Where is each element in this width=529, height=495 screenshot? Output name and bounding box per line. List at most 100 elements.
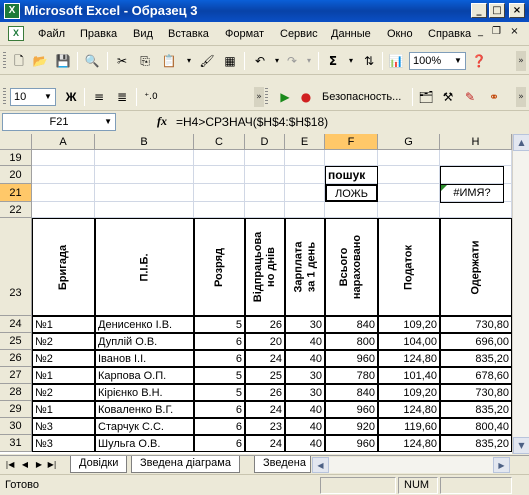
open-icon[interactable]: 📂 (31, 52, 49, 70)
table-cell-name[interactable]: Карпова О.П. (95, 367, 194, 384)
empty-cell[interactable] (285, 150, 325, 166)
table-cell-brigade[interactable]: №1 (32, 316, 95, 333)
table-cell-days[interactable]: 25 (245, 367, 285, 384)
header-cell-tax[interactable]: Податок (378, 218, 440, 316)
empty-cell[interactable] (95, 150, 194, 166)
toolbar-grip[interactable] (265, 88, 268, 106)
table-cell-total[interactable]: 780 (325, 367, 378, 384)
workbook-icon[interactable]: X (8, 26, 24, 41)
header-cell-rank[interactable]: Розряд (194, 218, 245, 316)
empty-cell[interactable] (95, 184, 194, 202)
empty-cell[interactable] (378, 184, 440, 202)
close-button[interactable]: × (509, 3, 525, 18)
vertical-scrollbar[interactable]: ▲ ▼ (512, 134, 529, 454)
horizontal-scrollbar[interactable]: ◀ ▶ (312, 457, 510, 473)
script-editor-icon[interactable]: ⚭ (485, 88, 503, 106)
empty-cell[interactable] (95, 166, 194, 184)
scroll-down-icon[interactable]: ▼ (513, 437, 529, 454)
empty-cell[interactable] (378, 150, 440, 166)
empty-cell[interactable] (32, 184, 95, 202)
empty-cell[interactable] (325, 202, 378, 218)
table-cell-tax[interactable]: 104,00 (378, 333, 440, 350)
table-cell-net[interactable]: 730,80 (440, 384, 512, 401)
row-header-26[interactable]: 26 (0, 350, 32, 367)
row-header-19[interactable]: 19 (0, 150, 32, 166)
header-cell-net[interactable]: Одержати (440, 218, 512, 316)
row-header-29[interactable]: 29 (0, 401, 32, 418)
column-header-h[interactable]: H (440, 134, 512, 150)
increase-decimal-icon[interactable]: ⁺.0 (142, 88, 160, 106)
table-cell-name[interactable]: Кірієнко В.Н. (95, 384, 194, 401)
scroll-left-icon[interactable]: ◀ (312, 457, 329, 473)
row-header-31[interactable]: 31 (0, 435, 32, 452)
align-center-icon[interactable]: ≣ (113, 88, 131, 106)
formula-input[interactable]: =H4>СРЗНАЧ($H$4:$H$18) (176, 115, 328, 129)
table-cell-tax[interactable]: 124,80 (378, 401, 440, 418)
table-cell-net[interactable]: 835,20 (440, 435, 512, 452)
font-size-combo[interactable]: 10 ▼ (10, 88, 56, 106)
table-cell-rank[interactable]: 5 (194, 384, 245, 401)
toolbar-options-icon[interactable]: » (254, 87, 264, 107)
print-preview-icon[interactable]: 🔍 (83, 52, 101, 70)
table-cell-days[interactable]: 26 (245, 316, 285, 333)
column-header-f[interactable]: F (325, 134, 378, 150)
autosum-icon[interactable]: Σ (324, 52, 342, 70)
table-cell-daily-pay[interactable]: 40 (285, 350, 325, 367)
row-header-22[interactable]: 22 (0, 202, 32, 218)
table-cell-total[interactable]: 960 (325, 401, 378, 418)
table-cell-name[interactable]: Денисенко І.В. (95, 316, 194, 333)
save-icon[interactable]: 💾 (54, 52, 72, 70)
run-macro-icon[interactable]: ▶ (276, 88, 294, 106)
table-cell-days[interactable]: 24 (245, 435, 285, 452)
autosum-dropdown-icon[interactable]: ▾ (342, 52, 360, 70)
merge-icon[interactable]: ▦ (221, 52, 239, 70)
zoom-combo[interactable]: 100% ▼ (409, 52, 466, 70)
chevron-down-icon[interactable]: ▼ (452, 54, 464, 68)
table-cell-tax[interactable]: 109,20 (378, 384, 440, 401)
header-cell-daily-pay[interactable]: Зарплата за 1 день (285, 218, 325, 316)
empty-cell[interactable] (378, 166, 440, 184)
column-header-d[interactable]: D (245, 134, 285, 150)
header-cell-brigade[interactable]: Бригада (32, 218, 95, 316)
excel-app-icon[interactable]: X (4, 3, 20, 19)
table-cell-rank[interactable]: 5 (194, 316, 245, 333)
toolbar-grip[interactable] (3, 88, 6, 106)
menu-data[interactable]: Данные (331, 28, 371, 40)
cell-h21[interactable]: #ИМЯ? (440, 184, 504, 203)
empty-cell[interactable] (194, 184, 245, 202)
header-cell-days[interactable]: Відпрацьова но днів (245, 218, 285, 316)
table-cell-net[interactable]: 835,20 (440, 350, 512, 367)
insert-function-icon[interactable]: fx (157, 114, 167, 129)
empty-cell[interactable] (95, 202, 194, 218)
help-icon[interactable]: ❓ (470, 52, 488, 70)
chevron-down-icon[interactable]: ▼ (104, 114, 112, 130)
format-painter-icon[interactable]: 🖌 (198, 52, 216, 70)
table-cell-total[interactable]: 800 (325, 333, 378, 350)
table-cell-brigade[interactable]: №2 (32, 384, 95, 401)
table-cell-days[interactable]: 26 (245, 384, 285, 401)
cut-icon[interactable]: ✂ (113, 52, 131, 70)
table-cell-tax[interactable]: 119,60 (378, 418, 440, 435)
row-header-20[interactable]: 20 (0, 166, 32, 184)
row-header-25[interactable]: 25 (0, 333, 32, 350)
table-cell-days[interactable]: 20 (245, 333, 285, 350)
table-cell-net[interactable]: 835,20 (440, 401, 512, 418)
redo-icon[interactable]: ↷ (283, 52, 301, 70)
row-header-27[interactable]: 27 (0, 367, 32, 384)
table-cell-daily-pay[interactable]: 40 (285, 401, 325, 418)
empty-cell[interactable] (325, 150, 378, 166)
empty-cell[interactable] (440, 202, 512, 218)
table-cell-daily-pay[interactable]: 40 (285, 333, 325, 350)
paste-icon[interactable]: 📋 (160, 52, 178, 70)
empty-cell[interactable] (245, 150, 285, 166)
bold-button[interactable]: Ж (62, 88, 80, 106)
visual-basic-icon[interactable]: ✎ (461, 88, 479, 106)
table-cell-daily-pay[interactable]: 40 (285, 435, 325, 452)
table-cell-rank[interactable]: 6 (194, 418, 245, 435)
scroll-right-icon[interactable]: ▶ (493, 457, 510, 473)
table-cell-name[interactable]: Іванов І.І. (95, 350, 194, 367)
table-cell-rank[interactable]: 6 (194, 333, 245, 350)
table-cell-total[interactable]: 960 (325, 435, 378, 452)
sheet-tab-zvedena-diagrama[interactable]: Зведена діаграма (131, 456, 240, 473)
menu-edit[interactable]: Правка (80, 28, 117, 40)
